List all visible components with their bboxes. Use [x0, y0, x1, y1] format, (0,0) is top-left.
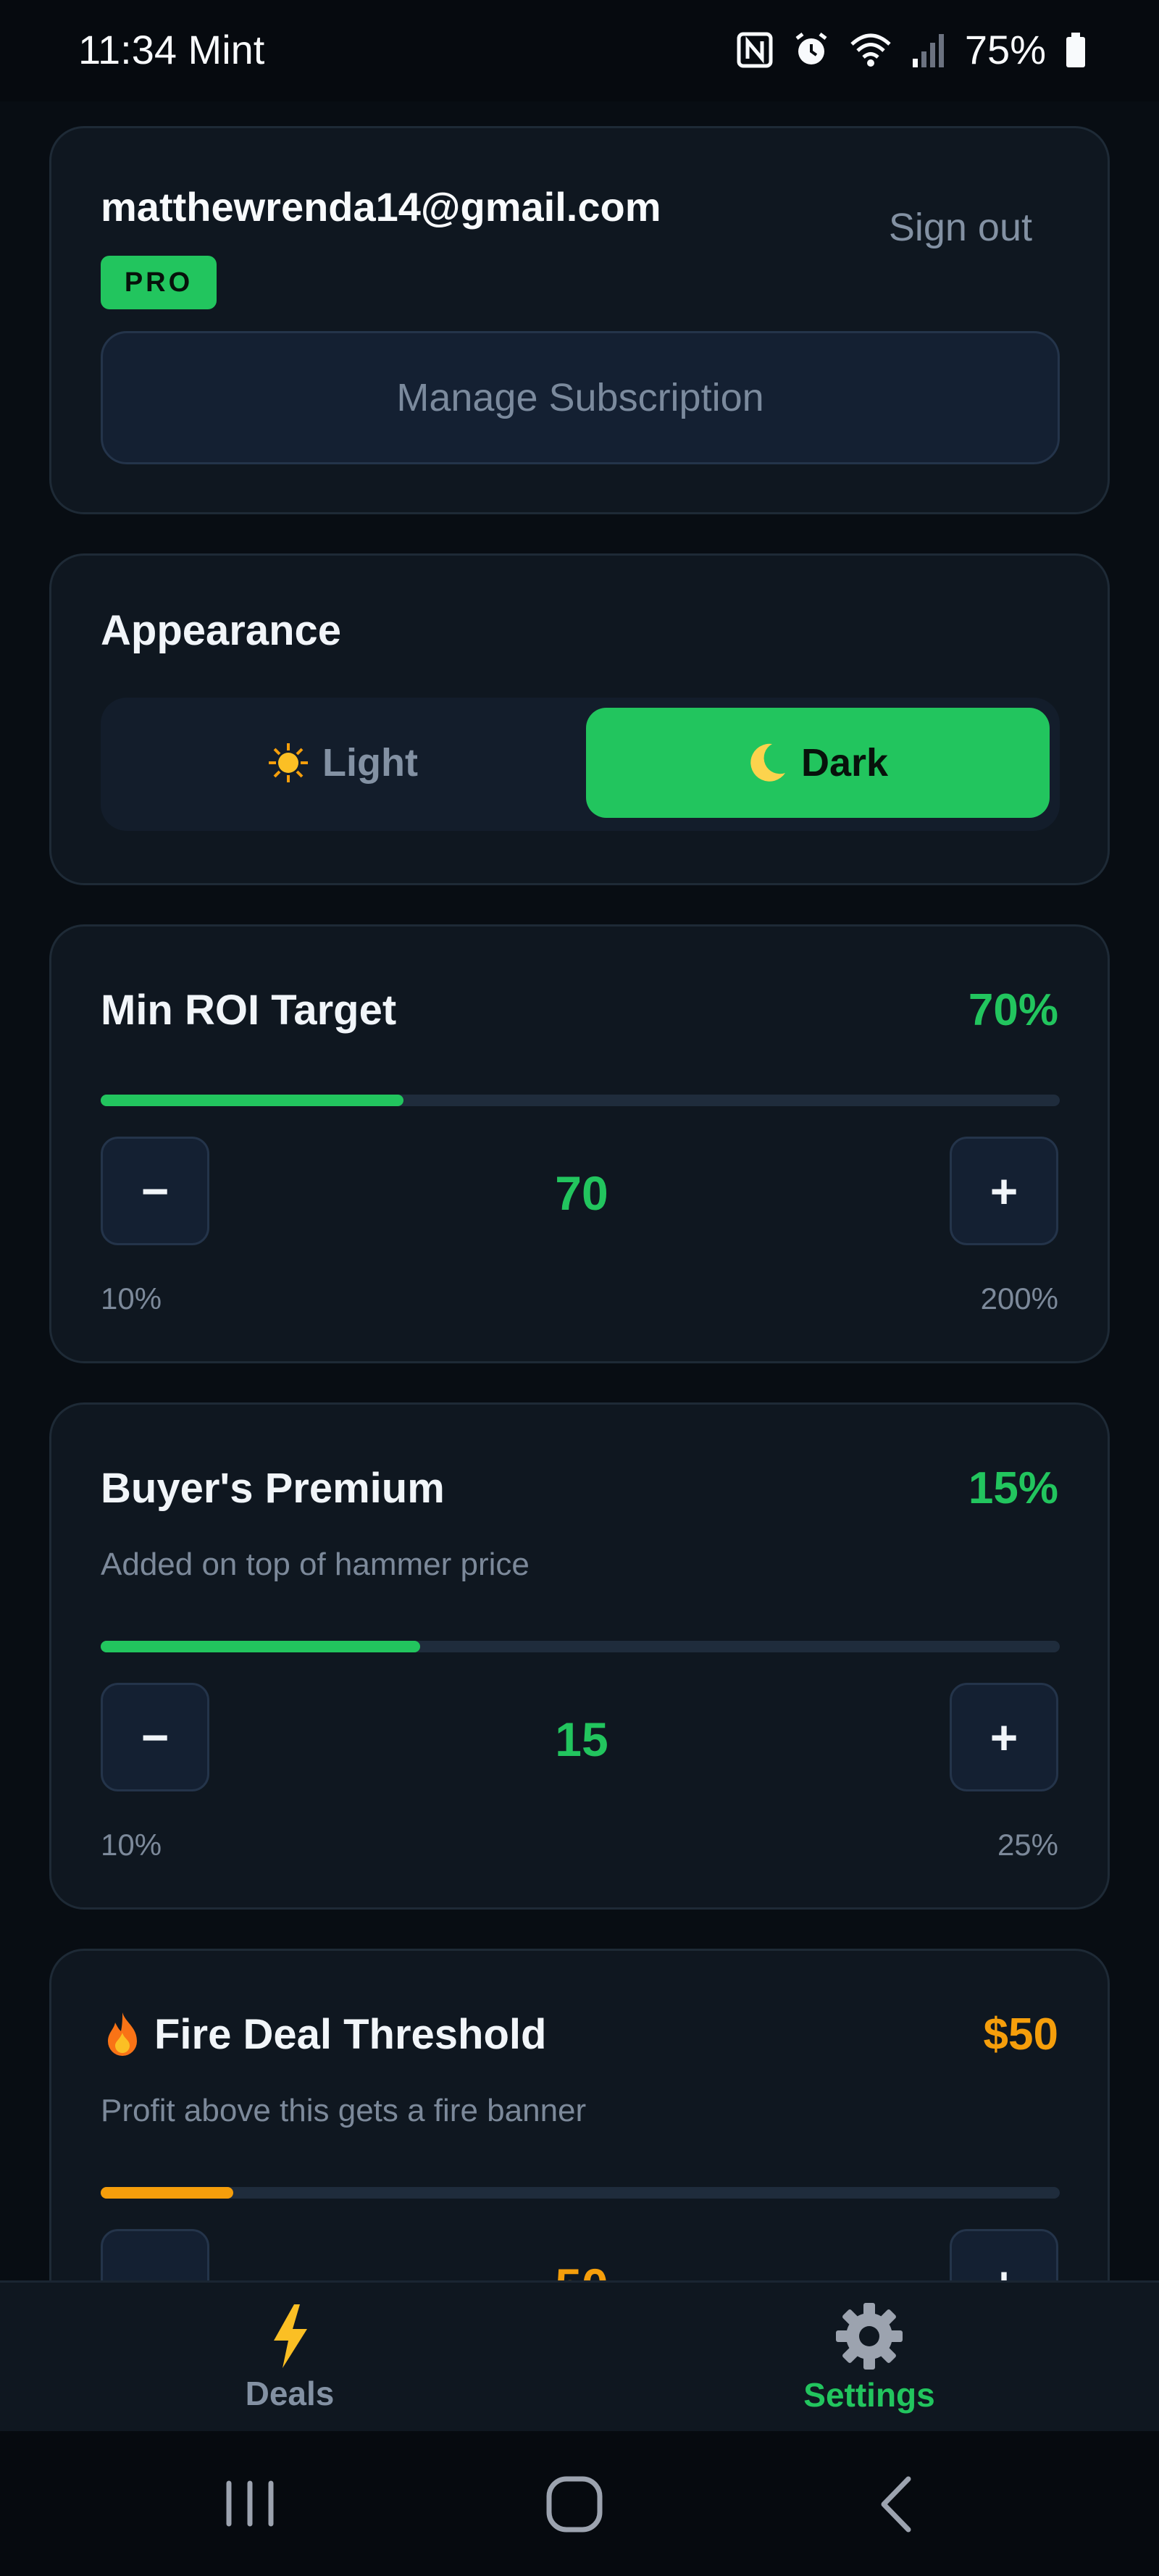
- fire-deal-slider[interactable]: [101, 2187, 1060, 2199]
- settings-scroll-area[interactable]: matthewrenda14@gmail.com Sign out PRO Ma…: [0, 101, 1159, 2280]
- fire-deal-title-row: Fire Deal Threshold: [101, 2010, 546, 2059]
- light-mode-option[interactable]: Light: [111, 708, 574, 818]
- min-roi-increase-button[interactable]: +: [950, 1137, 1058, 1245]
- bottom-navigation: Deals Settings: [0, 2280, 1159, 2431]
- dark-mode-option[interactable]: Dark: [586, 708, 1050, 818]
- nav-label-settings: Settings: [803, 2376, 935, 2414]
- system-navigation-bar: [0, 2431, 1159, 2576]
- buyers-premium-card: Buyer's Premium 15% Added on top of hamm…: [49, 1402, 1110, 1910]
- min-roi-title: Min ROI Target: [101, 987, 397, 1034]
- nav-tab-deals[interactable]: Deals: [0, 2283, 580, 2433]
- account-card: matthewrenda14@gmail.com Sign out PRO Ma…: [49, 126, 1110, 514]
- buyers-premium-title: Buyer's Premium: [101, 1465, 445, 1512]
- fire-deal-value: $50: [983, 2010, 1058, 2059]
- home-icon[interactable]: [542, 2472, 607, 2537]
- buyers-premium-slider[interactable]: [101, 1641, 1060, 1652]
- min-roi-range-max: 200%: [980, 1281, 1058, 1316]
- signal-icon: [912, 33, 944, 67]
- fire-deal-title: Fire Deal Threshold: [154, 2011, 547, 2058]
- min-roi-card: Min ROI Target 70% − 70 + 10% 200%: [49, 924, 1110, 1363]
- nav-tab-settings[interactable]: Settings: [580, 2283, 1159, 2433]
- dark-mode-label: Dark: [800, 741, 889, 785]
- battery-percent: 75%: [964, 27, 1046, 72]
- gear-icon: [836, 2303, 903, 2370]
- account-email: matthewrenda14@gmail.com: [101, 184, 661, 230]
- wifi-icon: [850, 33, 891, 67]
- buyers-premium-increase-button[interactable]: +: [950, 1683, 1058, 1791]
- appearance-toggle: Light Dark: [101, 698, 1060, 831]
- sun-icon: [269, 743, 309, 782]
- fire-icon: [108, 2012, 137, 2056]
- moon-icon: [750, 743, 785, 782]
- battery-icon: [1066, 32, 1085, 67]
- fire-deal-subtitle: Profit above this gets a fire banner: [101, 2093, 587, 2128]
- buyers-premium-subtitle: Added on top of hammer price: [101, 1547, 530, 1582]
- recent-apps-icon[interactable]: [217, 2475, 283, 2533]
- min-roi-slider-fill: [101, 1095, 404, 1106]
- sign-out-button[interactable]: Sign out: [889, 205, 1032, 250]
- fire-deal-slider-fill: [101, 2187, 233, 2199]
- nav-label-deals: Deals: [245, 2375, 335, 2412]
- min-roi-range-min: 10%: [101, 1281, 162, 1316]
- status-bar: 11:34 Mint 75%: [0, 0, 1159, 101]
- buyers-premium-value: 15%: [968, 1463, 1058, 1513]
- buyers-premium-range-min: 10%: [101, 1828, 162, 1862]
- alarm-icon: [795, 32, 827, 64]
- appearance-card: Appearance Light Dark: [49, 553, 1110, 885]
- nfc-icon: [737, 32, 773, 67]
- buyers-premium-range-max: 25%: [997, 1828, 1058, 1862]
- manage-subscription-button[interactable]: Manage Subscription: [101, 331, 1060, 464]
- min-roi-slider[interactable]: [101, 1095, 1060, 1106]
- status-time: 11:34 Mint: [78, 27, 265, 72]
- appearance-title: Appearance: [101, 607, 342, 654]
- fire-deal-card: Fire Deal Threshold $50 Profit above thi…: [49, 1949, 1110, 2280]
- lightning-icon: [274, 2304, 307, 2368]
- min-roi-value: 70%: [968, 985, 1058, 1035]
- buyers-premium-slider-fill: [101, 1641, 420, 1652]
- status-icons: 75%: [736, 26, 1087, 73]
- light-mode-label: Light: [322, 741, 418, 785]
- fire-deal-increase-button[interactable]: +: [950, 2229, 1058, 2280]
- back-icon[interactable]: [869, 2472, 927, 2537]
- pro-badge: PRO: [101, 256, 217, 309]
